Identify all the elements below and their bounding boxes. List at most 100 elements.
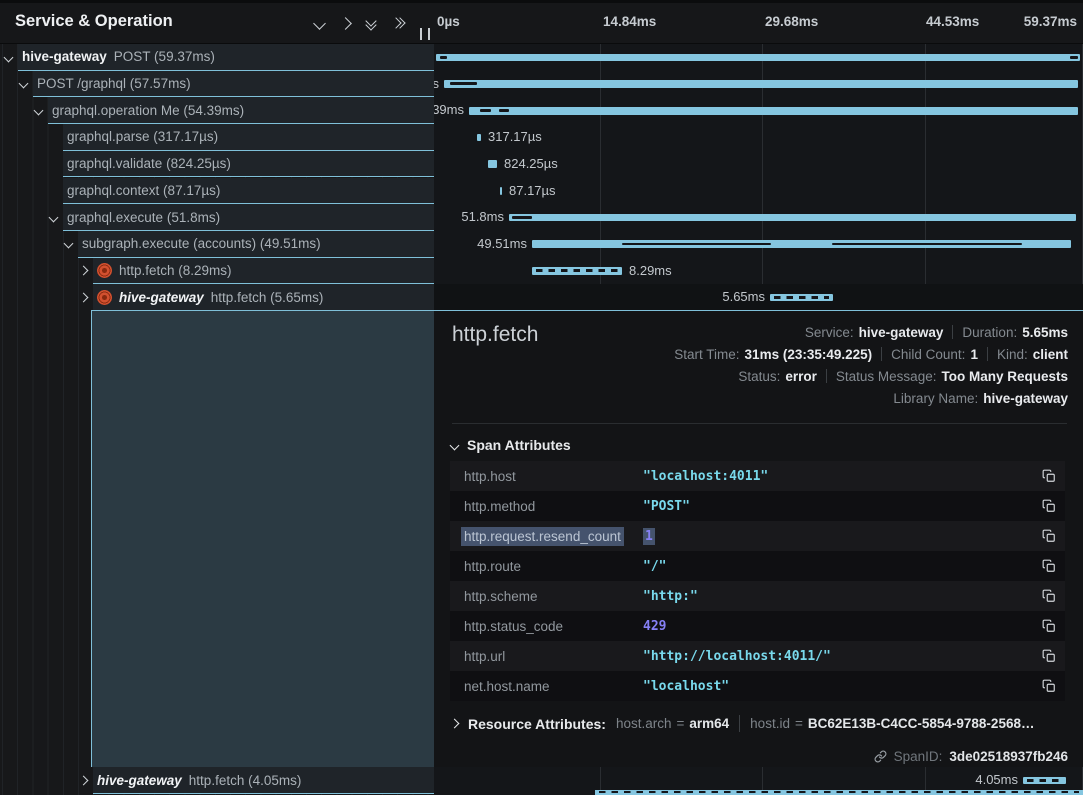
chevron-down-icon[interactable] (64, 239, 74, 249)
copy-icon[interactable] (1042, 529, 1056, 544)
attribute-value: "POST" (643, 499, 690, 514)
span-label: POST (59.37ms) (114, 49, 215, 64)
service-name: hive-gateway (97, 773, 182, 788)
timeline-row[interactable]: 317.17µs (434, 124, 1083, 151)
span-label: graphql.execute (51.8ms) (67, 210, 220, 225)
attribute-key: http.request.resend_count (461, 527, 624, 546)
span-label: graphql.parse (317.17µs) (67, 129, 218, 144)
chevron-right-icon[interactable] (79, 266, 89, 276)
span-tree-row[interactable]: subgraph.execute (accounts) (49.51ms) (0, 231, 434, 258)
child-span-marker (450, 82, 477, 85)
double-chevron-right-icon[interactable] (392, 19, 404, 27)
span-id-value: 3de02518937fb246 (949, 749, 1068, 764)
attribute-row[interactable]: http.scheme"http:" (450, 581, 1065, 611)
attribute-value: 429 (643, 619, 666, 634)
attribute-value: "localhost" (643, 679, 729, 694)
span-tree-row[interactable]: hive-gatewayPOST (59.37ms) (0, 44, 434, 71)
duration-label: 54.39ms (434, 97, 464, 124)
span-tree-row[interactable]: POST /graphql (57.57ms) (0, 71, 434, 98)
meta-line: Library Name:hive-gateway (893, 387, 1068, 409)
span-bar[interactable] (500, 187, 502, 195)
span-tree-row[interactable]: graphql.parse (317.17µs) (0, 124, 434, 151)
span-tree-row[interactable]: graphql.operation Me (54.39ms) (0, 97, 434, 124)
span-attributes-header[interactable]: Span Attributes (451, 437, 571, 453)
equals-sign: = (676, 716, 684, 731)
duration-label: 51.8ms (461, 204, 504, 231)
copy-icon[interactable] (1042, 559, 1056, 574)
attribute-row[interactable]: net.host.name"localhost" (450, 671, 1065, 701)
resource-value: arm64 (689, 716, 729, 731)
attribute-key: http.route (464, 559, 521, 574)
timeline-row[interactable]: 54.39ms (434, 97, 1083, 124)
attribute-key: http.url (464, 649, 505, 664)
span-bar[interactable] (509, 214, 1076, 222)
span-tree-row[interactable]: graphql.validate (824.25µs) (0, 151, 434, 178)
chevron-right-icon[interactable] (79, 775, 89, 785)
span-bar[interactable] (444, 80, 1078, 88)
expand-one-icon[interactable] (339, 17, 352, 30)
span-row-content: hive-gatewayPOST (59.37ms) (18, 44, 434, 71)
duration-label: 5.65ms (722, 284, 765, 311)
timeline-row[interactable]: 49.51ms (434, 231, 1083, 258)
copy-icon[interactable] (1042, 679, 1056, 694)
copy-icon[interactable] (1042, 589, 1056, 604)
selected-span-expanded-area (91, 311, 434, 767)
copy-icon[interactable] (1042, 649, 1056, 664)
trace-viewer: hive-gatewayPOST (59.37ms)POST /graphql … (0, 0, 1083, 795)
collapse-all-icon[interactable] (313, 17, 326, 30)
span-tree-row[interactable]: graphql.context (87.17µs) (0, 178, 434, 205)
span-bar[interactable] (532, 267, 622, 275)
chevron-down-icon[interactable] (49, 212, 59, 222)
span-tree-row[interactable]: hive-gatewayhttp.fetch (4.05ms) (0, 767, 434, 794)
span-bar[interactable] (770, 294, 833, 302)
span-tree-row[interactable]: graphql.execute (51.8ms) (0, 204, 434, 231)
attribute-row[interactable]: http.request.resend_count1 (450, 521, 1065, 551)
timeline-row[interactable] (434, 44, 1083, 71)
timeline-row[interactable]: 51.8ms (434, 204, 1083, 231)
timeline-row[interactable]: 57.57ms (434, 71, 1083, 98)
span-bar[interactable] (1023, 777, 1066, 785)
timeline-row[interactable]: 8.29ms (434, 258, 1083, 285)
attribute-value: "localhost:4011" (643, 469, 768, 484)
link-icon[interactable] (874, 750, 887, 763)
chevron-right-icon[interactable] (79, 292, 89, 302)
panel-resize-handle[interactable] (420, 28, 430, 40)
attribute-row[interactable]: http.host"localhost:4011" (450, 461, 1065, 491)
timeline-row[interactable]: 87.17µs (434, 178, 1083, 205)
copy-icon[interactable] (1042, 619, 1056, 634)
axis-tick-label: 44.53ms (926, 14, 979, 29)
span-attributes-table: http.host"localhost:4011"http.method"POS… (450, 461, 1065, 701)
meta-value: Too Many Requests (941, 369, 1068, 384)
chevron-down-icon[interactable] (19, 79, 29, 89)
span-tree-row[interactable]: http.fetch (8.29ms) (0, 258, 434, 285)
attribute-row[interactable]: http.route"/" (450, 551, 1065, 581)
attribute-row[interactable]: http.status_code429 (450, 611, 1065, 641)
span-detail-panel: http.fetch Service:hive-gatewayDuration:… (434, 311, 1083, 767)
detail-divider (452, 423, 1067, 424)
timeline-row[interactable]: 824.25µs (434, 151, 1083, 178)
copy-icon[interactable] (1042, 469, 1056, 484)
span-bar[interactable] (477, 134, 481, 142)
partial-span-bar[interactable] (595, 790, 1083, 795)
double-chevron-down-icon[interactable] (367, 17, 375, 29)
span-label: graphql.validate (824.25µs) (67, 156, 231, 171)
timeline-pane: 0µs14.84ms29.68ms44.53ms59.37ms 57.57ms5… (434, 0, 1083, 795)
span-bar[interactable] (532, 240, 1071, 248)
resource-attributes-row[interactable]: Resource Attributes: host.arch=arm64host… (451, 715, 1067, 732)
chevron-down-icon[interactable] (34, 106, 44, 116)
timeline-row[interactable]: 5.65ms (434, 284, 1083, 311)
copy-icon[interactable] (1042, 499, 1056, 514)
chevron-down-icon[interactable] (4, 52, 14, 62)
span-label: http.fetch (8.29ms) (119, 263, 232, 278)
child-span-marker (1070, 56, 1078, 59)
child-span-marker (832, 243, 1022, 245)
attribute-row[interactable]: http.method"POST" (450, 491, 1065, 521)
span-bar[interactable] (469, 107, 1078, 115)
span-bar[interactable] (436, 54, 1080, 62)
span-tree-row[interactable]: hive-gatewayhttp.fetch (5.65ms) (0, 284, 434, 311)
attribute-row[interactable]: http.url"http://localhost:4011/" (450, 641, 1065, 671)
axis-tick-label: 59.37ms (1024, 14, 1077, 29)
duration-label: 8.29ms (629, 258, 672, 285)
axis-tick-label: 29.68ms (765, 14, 818, 29)
span-bar[interactable] (488, 160, 497, 168)
